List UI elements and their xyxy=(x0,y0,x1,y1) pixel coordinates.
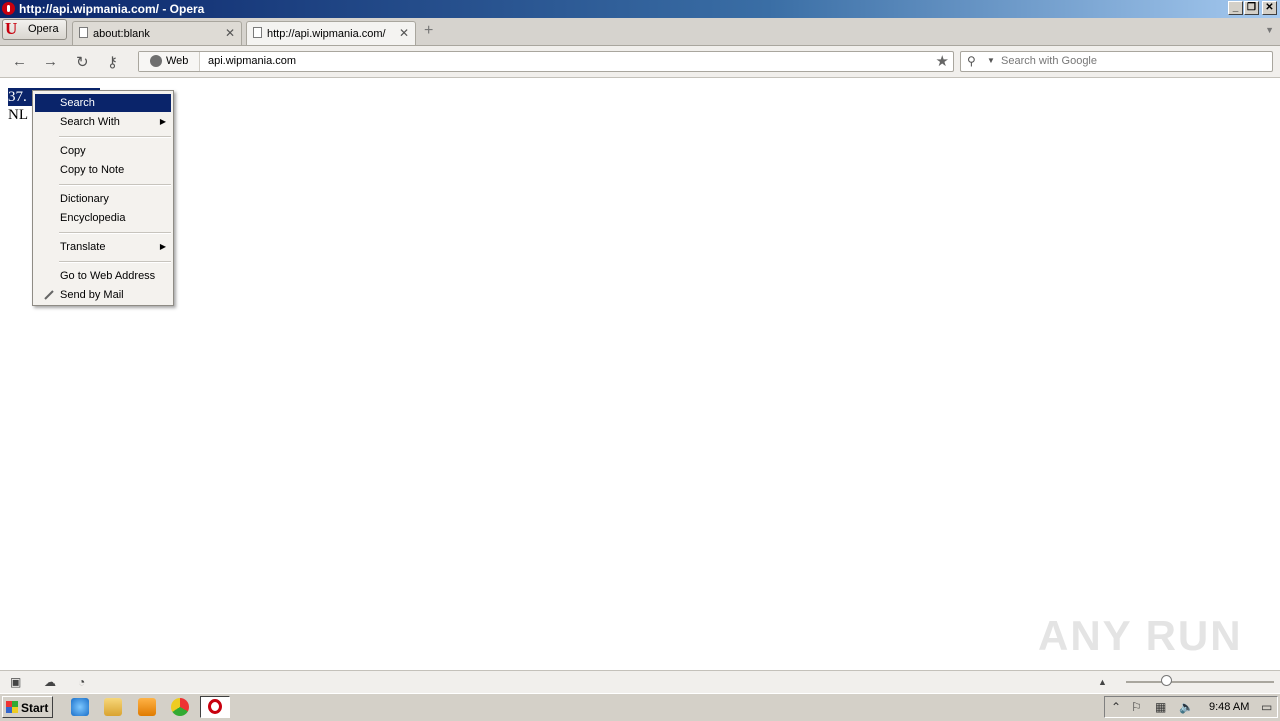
menu-item-label: Encyclopedia xyxy=(60,212,126,224)
search-field[interactable]: ⚲ ▼ Search with Google xyxy=(960,51,1273,72)
system-tray: ⌃ ⚐ ▦ 🔈 9:48 AM ▭ xyxy=(1104,696,1278,718)
opera-taskbar-button[interactable] xyxy=(200,696,230,718)
menu-item-label: Translate xyxy=(60,241,106,253)
menu-item-copy-to-note[interactable]: Copy to Note xyxy=(35,161,171,179)
new-tab-button[interactable]: + xyxy=(424,22,433,40)
network-icon[interactable]: ▦ xyxy=(1155,700,1166,714)
internet-explorer-icon[interactable] xyxy=(71,698,89,716)
window-title-bar[interactable]: http://api.wipmania.com/ - Opera _ ❐ ✕ xyxy=(0,0,1280,18)
windows-logo-icon xyxy=(6,701,18,713)
close-tab-icon[interactable]: ✕ xyxy=(399,26,409,40)
zoom-slider-track[interactable] xyxy=(1126,681,1274,683)
tab-label: about:blank xyxy=(93,28,150,40)
menu-item-copy[interactable]: Copy xyxy=(35,142,171,160)
opera-menu-button[interactable]: U Opera xyxy=(2,19,67,40)
chrome-icon[interactable] xyxy=(171,698,189,716)
opera-logo-icon xyxy=(2,2,15,15)
show-desktop-icon[interactable]: ▭ xyxy=(1261,700,1272,714)
tab-list-chevron-icon[interactable]: ▼ xyxy=(1265,25,1274,35)
menu-item-send-by-mail[interactable]: Send by Mail xyxy=(35,286,171,304)
address-input[interactable]: api.wipmania.com xyxy=(208,55,296,67)
page-icon xyxy=(253,27,262,38)
tab-about-blank[interactable]: about:blank ✕ xyxy=(72,21,242,45)
navigation-bar: ← → ↻ ⚷ Web api.wipmania.com ★ ⚲ ▼ Searc… xyxy=(0,46,1280,78)
minimize-button[interactable]: _ xyxy=(1228,1,1243,15)
menu-item-dictionary[interactable]: Dictionary xyxy=(35,190,171,208)
action-center-flag-icon[interactable]: ⚐ xyxy=(1131,700,1142,714)
tab-bar: U Opera about:blank ✕ http://api.wipmani… xyxy=(0,18,1280,46)
menu-item-label: Copy to Note xyxy=(60,164,125,176)
menu-item-go-to-web-address[interactable]: Go to Web Address xyxy=(35,267,171,285)
clock[interactable]: 9:48 AM xyxy=(1209,701,1249,713)
tray-expand-icon[interactable]: ⌃ xyxy=(1111,700,1121,714)
media-player-icon[interactable] xyxy=(138,698,156,716)
zoom-up-arrow-icon[interactable]: ▲ xyxy=(1098,677,1107,687)
panel-toggle-icon[interactable]: ▣ xyxy=(10,675,21,689)
menu-item-translate[interactable]: Translate ▶ xyxy=(35,238,171,256)
anyrun-watermark: ANY RUN xyxy=(1038,612,1243,659)
context-menu: Search Search With ▶ Copy Copy to Note D… xyxy=(32,90,174,306)
reload-icon[interactable]: ↻ xyxy=(76,53,89,71)
tab-label: http://api.wipmania.com/ xyxy=(267,28,386,40)
site-info-badge[interactable]: Web xyxy=(139,52,200,71)
zoom-slider-handle[interactable] xyxy=(1161,675,1172,686)
back-arrow-icon[interactable]: ← xyxy=(12,53,27,70)
bookmark-star-icon[interactable]: ★ xyxy=(936,52,949,70)
restore-button[interactable]: ❐ xyxy=(1244,1,1259,15)
tab-wipmania[interactable]: http://api.wipmania.com/ ✕ xyxy=(246,21,416,45)
close-tab-icon[interactable]: ✕ xyxy=(225,26,235,40)
search-icon: ⚲ xyxy=(967,54,976,68)
address-bar[interactable]: Web api.wipmania.com ★ xyxy=(138,51,954,72)
search-engine-dropdown-icon[interactable]: ▼ xyxy=(987,56,995,65)
menu-separator xyxy=(59,184,171,186)
start-label: Start xyxy=(21,701,49,715)
menu-item-label: Send by Mail xyxy=(60,289,124,301)
globe-icon xyxy=(150,55,162,67)
menu-separator xyxy=(59,232,171,234)
status-bar: ▣ ☁ ◔ ▲ xyxy=(0,670,1280,693)
page-content: 37. NL xyxy=(0,78,1280,670)
site-info-label: Web xyxy=(166,55,189,67)
pencil-icon xyxy=(44,290,54,300)
opera-logo-icon: U xyxy=(5,19,18,38)
opera-icon xyxy=(208,699,222,714)
menu-separator xyxy=(59,136,171,138)
menu-item-label: Copy xyxy=(60,145,86,157)
window-title: http://api.wipmania.com/ - Opera xyxy=(19,2,205,16)
key-icon[interactable]: ⚷ xyxy=(107,53,118,71)
menu-separator xyxy=(59,261,171,263)
menu-item-label: Go to Web Address xyxy=(60,270,156,282)
menu-item-label: Search xyxy=(60,97,95,109)
close-window-button[interactable]: ✕ xyxy=(1262,1,1277,15)
menu-item-search-with[interactable]: Search With ▶ xyxy=(35,113,171,131)
file-explorer-icon[interactable] xyxy=(104,698,122,716)
menu-item-label: Dictionary xyxy=(60,193,109,205)
start-button[interactable]: Start xyxy=(2,696,53,718)
forward-arrow-icon[interactable]: → xyxy=(43,53,58,70)
submenu-arrow-icon: ▶ xyxy=(159,117,166,126)
page-icon xyxy=(79,27,88,38)
volume-icon[interactable]: 🔈 xyxy=(1179,700,1194,714)
submenu-arrow-icon: ▶ xyxy=(159,242,166,251)
search-placeholder[interactable]: Search with Google xyxy=(1001,55,1097,67)
menu-item-encyclopedia[interactable]: Encyclopedia xyxy=(35,209,171,227)
speed-dial-gauge-icon[interactable]: ◔ xyxy=(78,675,85,689)
menu-item-label: Search With xyxy=(60,116,120,128)
menu-item-search[interactable]: Search xyxy=(35,94,171,112)
cloud-icon[interactable]: ☁ xyxy=(44,675,56,689)
taskbar: Start ⌃ ⚐ ▦ 🔈 9:48 AM ▭ xyxy=(0,693,1280,721)
opera-menu-label: Opera xyxy=(28,23,59,35)
country-code-text: NL xyxy=(8,107,28,123)
